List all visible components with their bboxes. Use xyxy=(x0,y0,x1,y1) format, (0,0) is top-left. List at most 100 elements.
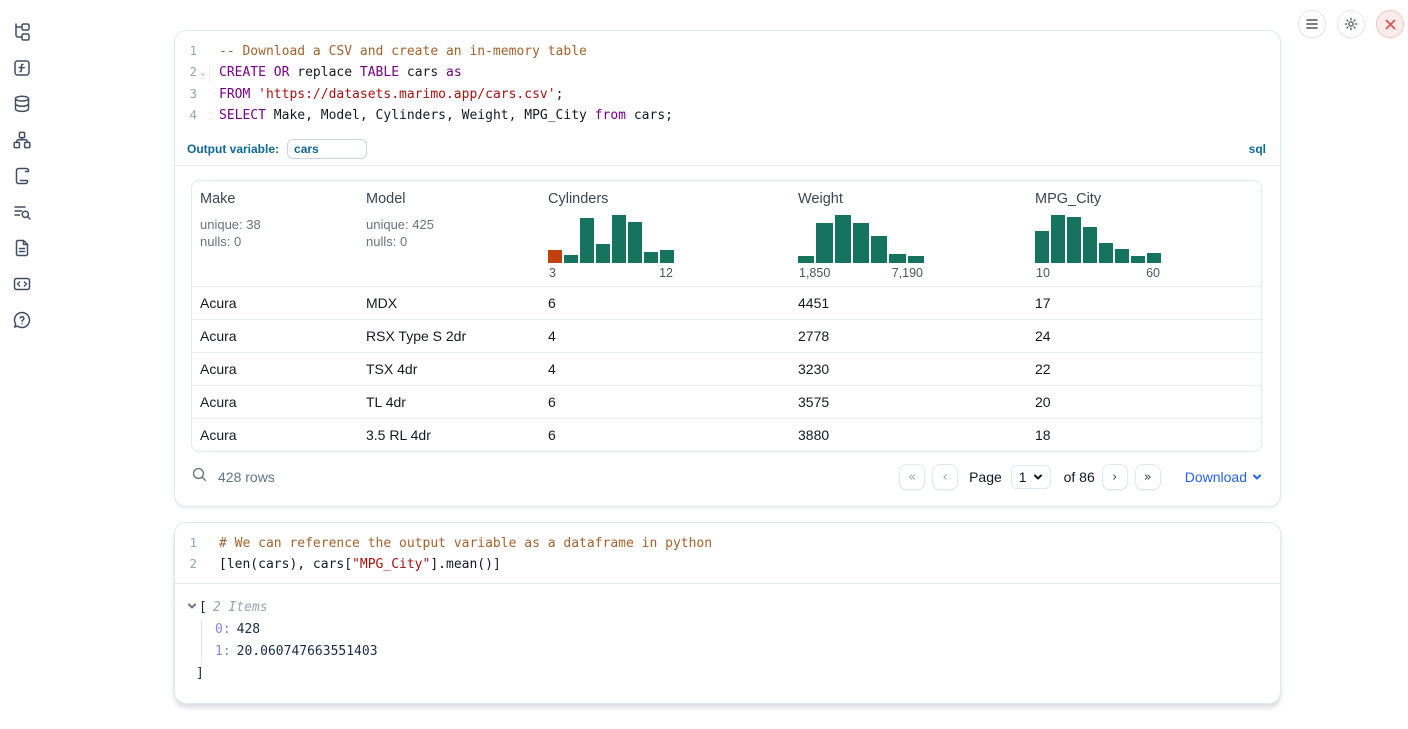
pagination: « ‹ Page 1 of 86 › » xyxy=(899,464,1161,490)
column-name[interactable]: Model xyxy=(366,191,532,207)
table-cell: Acura xyxy=(192,295,358,311)
histogram-bar xyxy=(564,255,578,263)
column-header[interactable]: MPG_City 1060 xyxy=(1027,191,1261,280)
code-line[interactable]: 1 -- Download a CSV and create an in-memo… xyxy=(175,41,1280,62)
table-cell: Acura xyxy=(192,427,358,443)
last-page-button[interactable]: » xyxy=(1135,464,1161,490)
histogram-bar xyxy=(1051,215,1065,263)
table-cell: TL 4dr xyxy=(358,394,540,410)
download-label: Download xyxy=(1185,469,1247,485)
snippets-icon[interactable] xyxy=(12,274,32,294)
language-badge: sql xyxy=(1249,142,1266,156)
download-button[interactable]: Download xyxy=(1185,469,1262,485)
line-number: 1 xyxy=(175,41,197,61)
tree-entry-value: 20.060747663551403 xyxy=(237,644,378,659)
table-row[interactable]: Acura3.5 RL 4dr6388018 xyxy=(192,418,1261,451)
table-cell: 2778 xyxy=(790,328,1027,344)
table-cell: 6 xyxy=(540,394,790,410)
sql-cell: 1 -- Download a CSV and create an in-memo… xyxy=(174,30,1281,507)
code-line[interactable]: 1 # We can reference the output variable … xyxy=(175,533,1280,554)
page-of-label: of 86 xyxy=(1064,469,1095,485)
line-number: 1 xyxy=(175,533,197,553)
collapse-chevron-icon[interactable] xyxy=(187,597,199,619)
column-histogram[interactable]: 1,8507,190 xyxy=(798,213,924,280)
documentation-icon[interactable] xyxy=(12,238,32,258)
code-line[interactable]: 2[len(cars), cars["MPG_City"].mean()] xyxy=(175,554,1280,575)
code-text: FROM 'https://datasets.marimo.app/cars.c… xyxy=(210,85,563,105)
datasources-icon[interactable] xyxy=(12,94,32,114)
table-body: AcuraMDX6445117AcuraRSX Type S 2dr427782… xyxy=(192,286,1261,451)
page-select[interactable]: 1 xyxy=(1011,465,1051,489)
dependencies-icon[interactable] xyxy=(12,130,32,150)
tree-entry-value: 428 xyxy=(237,622,260,637)
column-header[interactable]: Makeunique: 38nulls: 0 xyxy=(192,191,358,280)
next-page-button[interactable]: › xyxy=(1102,464,1128,490)
table-row[interactable]: AcuraRSX Type S 2dr4277824 xyxy=(192,319,1261,352)
tree-entry[interactable]: 1:20.060747663551403 xyxy=(215,641,1264,663)
variables-icon[interactable] xyxy=(12,58,32,78)
table-cell: MDX xyxy=(358,295,540,311)
table-cell: 4 xyxy=(540,361,790,377)
column-header[interactable]: Weight 1,8507,190 xyxy=(790,191,1027,280)
code-line[interactable]: 4SELECT Make, Model, Cylinders, Weight, … xyxy=(175,105,1280,126)
tree-entry[interactable]: 0: 428 xyxy=(215,619,1264,641)
table-output: Makeunique: 38nulls: 0 Model unique: 425nu… xyxy=(175,166,1280,452)
tree-close-bracket: ] xyxy=(196,663,1264,685)
menu-button[interactable] xyxy=(1298,10,1326,38)
table-cell: Acura xyxy=(192,394,358,410)
tree-entry-key: 0: xyxy=(215,622,231,637)
table-row[interactable]: AcuraTL 4dr6357520 xyxy=(192,385,1261,418)
column-header[interactable]: Model unique: 425nulls: 0 xyxy=(358,191,540,280)
table-cell: 3880 xyxy=(790,427,1027,443)
table-cell: 4 xyxy=(540,328,790,344)
column-name[interactable]: MPG_City xyxy=(1035,191,1253,207)
first-page-button[interactable]: « xyxy=(899,464,925,490)
settings-button[interactable] xyxy=(1337,10,1365,38)
sql-code-editor[interactable]: 1 -- Download a CSV and create an in-memo… xyxy=(175,31,1280,134)
histogram-bar xyxy=(596,244,610,263)
table-cell: RSX Type S 2dr xyxy=(358,328,540,344)
table-cell: 17 xyxy=(1027,295,1261,311)
column-histogram[interactable]: 1060 xyxy=(1035,213,1161,280)
histogram-axis: 1060 xyxy=(1035,266,1161,280)
scratchpad-icon[interactable] xyxy=(12,166,32,186)
code-line[interactable]: 2⌄CREATE OR replace TABLE cars as xyxy=(175,62,1280,85)
page-label: Page xyxy=(969,469,1002,485)
histogram-bar xyxy=(644,252,658,263)
prev-page-button[interactable]: ‹ xyxy=(932,464,958,490)
line-number: 2 xyxy=(175,554,197,574)
left-sidebar xyxy=(0,0,44,330)
column-name[interactable]: Weight xyxy=(798,191,1019,207)
fold-chevron-icon[interactable]: ⌄ xyxy=(197,64,210,84)
histogram-bar xyxy=(889,254,905,263)
tree-root-row[interactable]: [ 2 Items xyxy=(187,597,1264,619)
column-stats: unique: 425nulls: 0 xyxy=(366,216,532,250)
table-row[interactable]: AcuraMDX6445117 xyxy=(192,286,1261,319)
output-variable-row: Output variable: sql xyxy=(175,134,1280,166)
histogram-bar xyxy=(835,215,851,263)
column-name[interactable]: Make xyxy=(200,191,350,207)
code-line[interactable]: 3 FROM 'https://datasets.marimo.app/cars.… xyxy=(175,84,1280,105)
code-text: CREATE OR replace TABLE cars as xyxy=(210,63,462,83)
close-button[interactable] xyxy=(1376,10,1404,38)
help-icon[interactable] xyxy=(12,310,32,330)
file-explorer-icon[interactable] xyxy=(12,22,32,42)
search-icon[interactable] xyxy=(191,466,208,488)
line-number: 3 xyxy=(175,84,197,104)
histogram-bar xyxy=(1099,243,1113,263)
table-header-row: Makeunique: 38nulls: 0 Model unique: 425nu… xyxy=(192,181,1261,286)
column-header[interactable]: Cylinders 312 xyxy=(540,191,790,280)
histogram-bar xyxy=(548,250,562,263)
python-code-editor[interactable]: 1 # We can reference the output variable … xyxy=(175,523,1280,583)
code-text: -- Download a CSV and create an in-memor… xyxy=(210,42,587,62)
page-select-value: 1 xyxy=(1019,469,1027,485)
column-histogram[interactable]: 312 xyxy=(548,213,674,280)
output-variable-input[interactable] xyxy=(287,139,367,159)
histogram-axis: 1,8507,190 xyxy=(798,266,924,280)
code-text: # We can reference the output variable a… xyxy=(210,534,712,554)
table-row[interactable]: AcuraTSX 4dr4323022 xyxy=(192,352,1261,385)
histogram-bar xyxy=(1083,227,1097,263)
logs-icon[interactable] xyxy=(12,202,32,222)
column-name[interactable]: Cylinders xyxy=(548,191,782,207)
histogram-bar xyxy=(1131,256,1145,263)
